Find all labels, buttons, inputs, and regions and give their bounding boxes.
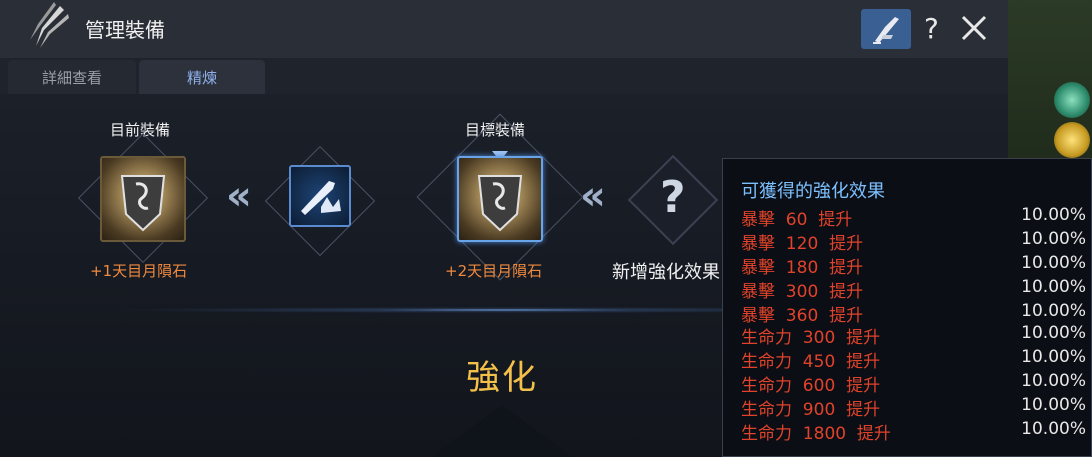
material-slot[interactable] <box>289 165 351 227</box>
equipment-tool-button[interactable] <box>861 9 911 49</box>
effect-row: 生命力 450 提升 10.00% <box>741 347 1086 372</box>
effect-row: 生命力 600 提升 10.00% <box>741 371 1086 396</box>
effect-chance: 10.00% <box>1021 371 1086 391</box>
effect-chance: 10.00% <box>1021 253 1086 273</box>
effect-stat: 生命力 1800 提升 <box>741 424 891 444</box>
effect-row: 暴擊 60 提升 10.00% <box>741 205 1086 230</box>
effect-row: 生命力 1800 提升 10.00% <box>741 419 1086 444</box>
enhance-effects-tooltip: 可獲得的強化效果 暴擊 60 提升 10.00% 暴擊 120 提升 10.00% … <box>722 158 1092 457</box>
arrow-left-icon: « <box>226 173 252 219</box>
effect-row: 暴擊 180 提升 10.00% <box>741 253 1086 278</box>
enhance-button-base <box>432 405 572 457</box>
effect-chance: 10.00% <box>1021 347 1086 367</box>
effect-row: 暴擊 120 提升 10.00% <box>741 229 1086 254</box>
effect-chance: 10.00% <box>1021 301 1086 321</box>
sword-feather-icon <box>30 2 69 48</box>
tooltip-title: 可獲得的強化效果 <box>741 181 885 202</box>
effect-row: 生命力 900 提升 10.00% <box>741 395 1086 420</box>
effect-stat: 暴擊 120 提升 <box>741 234 864 254</box>
enhance-button[interactable]: 強化 <box>466 350 538 399</box>
shield-item-icon <box>477 175 523 232</box>
buff-icon[interactable] <box>1054 82 1090 118</box>
effect-stat: 暴擊 60 提升 <box>741 210 853 230</box>
effect-stat: 暴擊 300 提升 <box>741 282 864 302</box>
effect-chance: 10.00% <box>1021 323 1086 343</box>
effect-chance: 10.00% <box>1021 229 1086 249</box>
effect-stat: 生命力 900 提升 <box>741 400 881 420</box>
current-stone-label: +1天目月隕石 <box>90 262 188 280</box>
new-effect-label: 新增強化效果 <box>612 262 720 283</box>
arrow-left-icon: « <box>580 173 606 219</box>
sword-crystal-icon <box>301 181 341 215</box>
help-button[interactable]: ? <box>924 12 939 45</box>
pen-feather-icon <box>873 17 899 44</box>
buff-icon[interactable] <box>1054 122 1090 158</box>
effect-stat: 生命力 300 提升 <box>741 328 881 348</box>
effect-row: 生命力 300 提升 10.00% <box>741 323 1086 348</box>
effect-chance: 10.00% <box>1021 395 1086 415</box>
close-icon[interactable] <box>959 13 989 43</box>
effect-stat: 生命力 600 提升 <box>741 376 881 396</box>
tab-refine[interactable]: 精煉 <box>139 60 265 94</box>
effect-row: 暴擊 300 提升 10.00% <box>741 277 1086 302</box>
effect-stat: 暴擊 180 提升 <box>741 258 864 278</box>
current-equipment-slot[interactable] <box>100 156 186 242</box>
effect-chance: 10.00% <box>1021 277 1086 297</box>
question-icon: ? <box>660 172 686 223</box>
target-stone-label: +2天目月隕石 <box>445 262 543 280</box>
effect-stat: 生命力 450 提升 <box>741 352 881 372</box>
effect-chance: 10.00% <box>1021 419 1086 439</box>
shield-item-icon <box>120 175 166 232</box>
window-title: 管理裝備 <box>85 18 165 42</box>
target-equipment-slot[interactable] <box>457 156 543 242</box>
tab-details[interactable]: 詳細查看 <box>8 60 136 94</box>
effect-chance: 10.00% <box>1021 205 1086 225</box>
effect-row: 暴擊 360 提升 10.00% <box>741 301 1086 326</box>
